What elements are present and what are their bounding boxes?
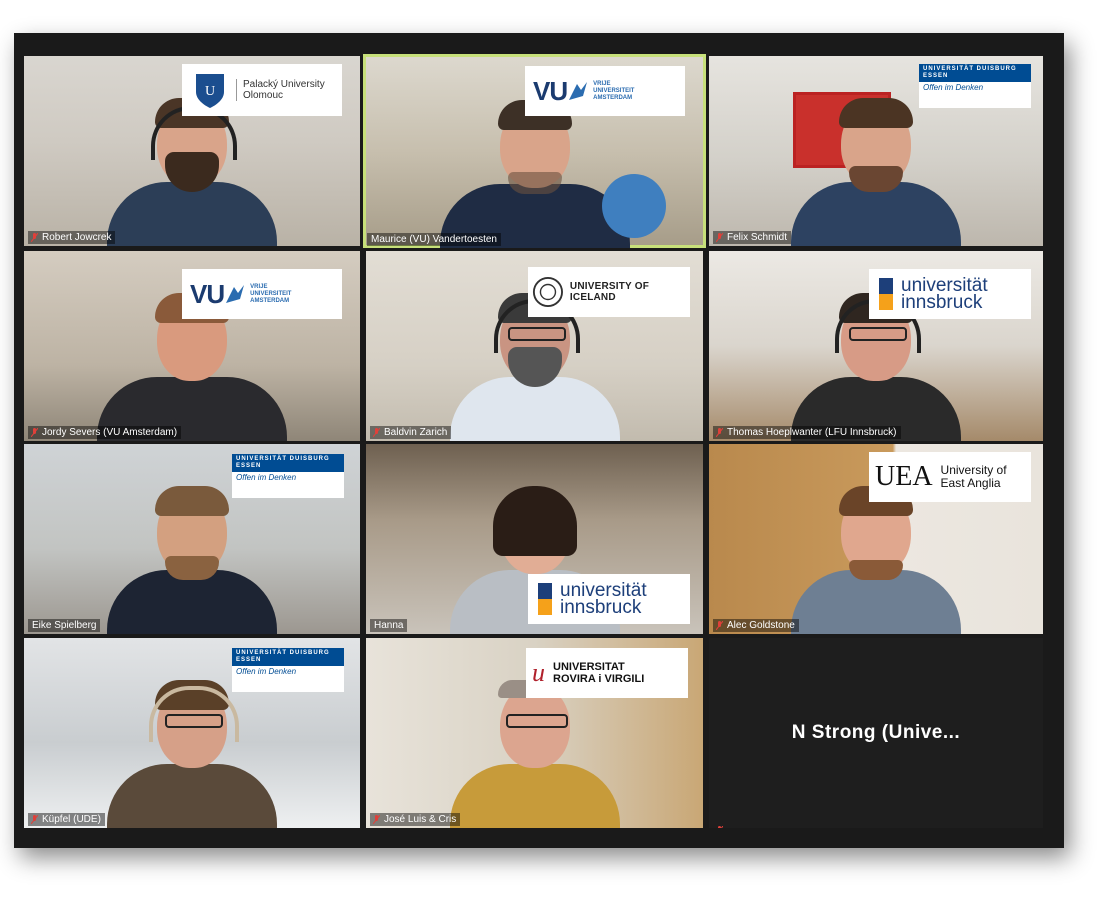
participant-name: Maurice (VU) Vandertoesten — [367, 233, 501, 246]
video-tile[interactable]: U Palacký University Olomouc Robert Jowc… — [24, 56, 360, 246]
participant-name — [713, 824, 731, 828]
iceland-seal-icon — [532, 276, 563, 308]
participant-name: Alec Goldstone — [713, 619, 799, 632]
uibk-mark-icon — [879, 278, 893, 310]
participant-video — [107, 98, 277, 246]
participant-video — [107, 680, 277, 828]
university-logo: universität innsbruck — [869, 269, 1031, 319]
participant-video — [791, 486, 961, 634]
video-tile[interactable]: VU VRIJE UNIVERSITEIT AMSTERDAM Jordy Se… — [24, 251, 360, 441]
university-logo: VU VRIJE UNIVERSITEIT AMSTERDAM — [525, 66, 685, 116]
griffin-icon — [226, 285, 245, 303]
palacky-crest-icon: U — [196, 74, 224, 108]
university-logo: UNIVERSITÄT DUISBURG ESSEN Offen im Denk… — [232, 454, 344, 498]
participant-name: Thomas Hoeplwanter (LFU Innsbruck) — [713, 426, 901, 439]
university-logo: universität innsbruck — [528, 574, 690, 624]
university-logo: VU VRIJE UNIVERSITEIT AMSTERDAM — [182, 269, 342, 319]
muted-mic-icon — [31, 233, 38, 242]
muted-mic-icon — [716, 428, 723, 437]
participant-video — [791, 98, 961, 246]
participant-name: Robert Jowcrek — [28, 231, 116, 244]
participant-video — [449, 293, 620, 441]
muted-mic-icon — [31, 815, 38, 824]
muted-mic-icon — [373, 428, 380, 437]
video-tile-no-video[interactable]: N Strong (Unive... — [709, 638, 1043, 828]
university-logo: UNIVERSITY OF ICELAND — [528, 267, 690, 317]
university-logo: U Palacký University Olomouc — [182, 64, 342, 116]
muted-mic-icon — [718, 826, 723, 828]
video-tile[interactable]: UEA University of East Anglia Alec Golds… — [709, 444, 1043, 634]
video-tile[interactable]: universität innsbruck Hanna — [366, 444, 703, 634]
participant-name: Eike Spielberg — [28, 619, 101, 632]
participant-video — [449, 680, 620, 828]
muted-mic-icon — [373, 815, 380, 824]
participant-name: Hanna — [370, 619, 408, 632]
muted-mic-icon — [716, 621, 723, 630]
video-tile-active[interactable]: VU VRIJE UNIVERSITEIT AMSTERDAM Maurice … — [363, 54, 706, 248]
exercise-ball — [602, 174, 666, 238]
university-logo: UNIVERSITÄT DUISBURG ESSEN Offen im Denk… — [232, 648, 344, 692]
video-tile[interactable]: UNIVERSITÄT DUISBURG ESSEN Offen im Denk… — [24, 638, 360, 828]
participant-name: Baldvin Zarich — [370, 426, 452, 439]
uibk-mark-icon — [538, 583, 552, 615]
university-logo: u UNIVERSITAT ROVIRA i VIRGILI — [526, 648, 688, 698]
video-tile[interactable]: universität innsbruck Thomas Hoeplwanter… — [709, 251, 1043, 441]
video-tile[interactable]: UNIVERSITÄT DUISBURG ESSEN Offen im Denk… — [24, 444, 360, 634]
video-tile[interactable]: u UNIVERSITAT ROVIRA i VIRGILI José Luis… — [366, 638, 703, 828]
participant-name: Jordy Severs (VU Amsterdam) — [28, 426, 182, 439]
muted-mic-icon — [716, 233, 723, 242]
video-tile[interactable]: UNIVERSITÄT DUISBURG ESSEN Offen im Denk… — [709, 56, 1043, 246]
svg-text:U: U — [205, 84, 215, 99]
griffin-icon — [569, 82, 588, 100]
participant-video — [107, 486, 277, 634]
participant-display-name: N Strong (Unive... — [791, 722, 961, 743]
university-logo: UNIVERSITÄT DUISBURG ESSEN Offen im Denk… — [919, 64, 1031, 108]
university-logo: UEA University of East Anglia — [869, 452, 1031, 502]
participant-name: José Luis & Cris — [370, 813, 461, 826]
urv-mark-icon: u — [532, 658, 545, 687]
video-tile[interactable]: UNIVERSITY OF ICELAND Baldvin Zarich — [366, 251, 703, 441]
participant-name: Felix Schmidt — [713, 231, 792, 244]
participant-video — [439, 100, 630, 248]
muted-mic-icon — [31, 428, 38, 437]
meeting-gallery: U Palacký University Olomouc Robert Jowc… — [14, 33, 1064, 848]
participant-name: Küpfel (UDE) — [28, 813, 105, 826]
